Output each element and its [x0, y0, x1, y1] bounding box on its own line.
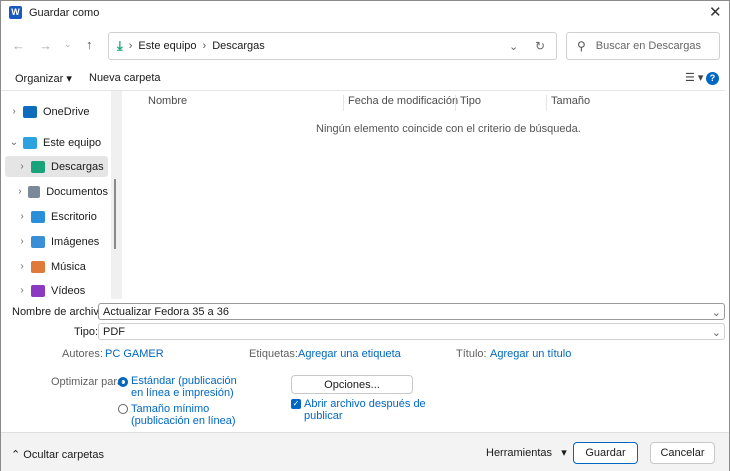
refresh-icon[interactable]: ↻ — [535, 39, 545, 53]
type-select[interactable]: PDF ⌄ — [98, 323, 725, 340]
column-size[interactable]: Tamaño — [546, 95, 590, 111]
chevron-right-icon[interactable]: › — [13, 236, 31, 247]
save-button[interactable]: Guardar — [573, 442, 638, 464]
filename-label: Nombre de archivo: — [12, 306, 108, 318]
breadcrumb-descargas[interactable]: Descargas — [212, 40, 265, 52]
save-as-dialog: W Guardar como ✕ ← → ⌄ ↑ ⤓ › Este equipo… — [0, 0, 730, 471]
cloud-icon — [23, 105, 37, 118]
add-tag-link[interactable]: Agregar una etiqueta — [298, 348, 401, 360]
add-title-link[interactable]: Agregar un título — [490, 348, 571, 360]
open-after-checkbox[interactable]: ✓ — [291, 399, 301, 409]
chevron-right-icon[interactable]: › — [5, 106, 23, 117]
empty-message: Ningún elemento coincide con el criterio… — [316, 123, 581, 135]
documents-icon — [27, 185, 41, 198]
up-button[interactable]: ↑ — [86, 37, 93, 52]
nav-item-label: Imágenes — [51, 235, 100, 248]
music-icon — [31, 260, 45, 273]
pictures-icon — [31, 235, 45, 248]
title-label: Título: — [456, 348, 487, 360]
search-box[interactable]: ⚲ Buscar en Descargas — [566, 32, 720, 60]
radio-standard[interactable] — [118, 377, 128, 387]
close-button[interactable]: ✕ — [709, 3, 722, 21]
nav-item-4[interactable]: › Escritorio — [5, 206, 108, 227]
nav-item-5[interactable]: › Imágenes — [5, 231, 108, 252]
column-name[interactable]: Nombre — [144, 95, 187, 111]
hide-folders-button[interactable]: ⌃ Ocultar carpetas — [11, 448, 104, 461]
nav-item-label: Documentos — [46, 185, 108, 198]
filename-input[interactable]: Actualizar Fedora 35 a 36 ⌄ — [98, 303, 725, 320]
download-icon — [31, 160, 45, 173]
type-label: Tipo: — [74, 326, 99, 338]
videos-icon — [31, 284, 45, 297]
help-icon[interactable]: ? — [706, 72, 719, 85]
nav-item-2[interactable]: › Descargas — [5, 156, 108, 177]
nav-scrollbar[interactable] — [111, 91, 122, 299]
organize-menu[interactable]: Organizar ▾ — [15, 72, 72, 85]
chevron-right-icon[interactable]: › — [13, 285, 31, 296]
column-type[interactable]: Tipo — [455, 95, 481, 111]
nav-item-label: Descargas — [51, 160, 104, 173]
desktop-icon — [31, 210, 45, 223]
address-bar[interactable]: ⤓ › Este equipo › Descargas ⌄ ↻ — [108, 32, 557, 60]
nav-item-label: Escritorio — [51, 210, 97, 223]
nav-item-7[interactable]: › Vídeos — [5, 280, 108, 301]
word-icon: W — [9, 6, 22, 19]
chevron-down-icon[interactable]: ⌄ — [5, 137, 23, 148]
radio-minimum[interactable] — [118, 404, 128, 414]
chevron-down-icon[interactable]: ⌄ — [712, 326, 721, 339]
authors-value[interactable]: PC GAMER — [105, 348, 164, 360]
download-icon: ⤓ — [117, 38, 123, 53]
tags-label: Etiquetas: — [249, 348, 298, 360]
recent-dropdown[interactable]: ⌄ — [64, 39, 72, 50]
new-folder-button[interactable]: Nueva carpeta — [89, 72, 161, 84]
authors-label: Autores: — [62, 348, 103, 360]
nav-item-label: Vídeos — [51, 284, 86, 297]
chevron-right-icon[interactable]: › — [13, 161, 31, 172]
cancel-button[interactable]: Cancelar — [650, 442, 715, 464]
nav-item-label: Música — [51, 260, 86, 273]
nav-item-label: OneDrive — [43, 105, 90, 118]
column-date[interactable]: Fecha de modificación — [343, 95, 458, 111]
back-button[interactable]: ← — [12, 38, 25, 53]
view-menu[interactable]: ☰ ▾ — [685, 71, 703, 84]
optimize-label: Optimizar para: — [51, 376, 127, 388]
radio-standard-label[interactable]: Estándar (publicación en línea e impresió… — [131, 375, 237, 399]
search-input[interactable]: Buscar en Descargas — [596, 40, 701, 52]
window-title: Guardar como — [29, 7, 100, 19]
chevron-up-icon: ⌃ — [11, 449, 21, 461]
address-dropdown-icon[interactable]: ⌄ — [509, 40, 518, 53]
options-button[interactable]: Opciones... — [291, 375, 413, 394]
file-list[interactable] — [122, 90, 725, 298]
nav-item-label: Este equipo — [43, 136, 102, 149]
nav-item-3[interactable]: › Documentos — [5, 181, 108, 202]
open-after-label[interactable]: Abrir archivo después de publicar — [304, 398, 426, 422]
chevron-right-icon[interactable]: › — [13, 211, 31, 222]
breadcrumb-este-equipo[interactable]: Este equipo — [138, 40, 196, 52]
chevron-down-icon[interactable]: ⌄ — [712, 306, 721, 319]
radio-minimum-label[interactable]: Tamaño mínimo (publicación en línea) — [131, 403, 236, 427]
forward-button[interactable]: → — [39, 38, 52, 53]
nav-item-6[interactable]: › Música — [5, 256, 108, 277]
tools-menu[interactable]: Herramientas ▾ — [486, 446, 567, 459]
computer-icon — [23, 136, 37, 149]
nav-item-0[interactable]: › OneDrive — [5, 101, 108, 122]
nav-item-1[interactable]: ⌄ Este equipo — [5, 132, 108, 153]
chevron-right-icon[interactable]: › — [12, 186, 28, 197]
search-icon: ⚲ — [577, 39, 586, 53]
chevron-right-icon[interactable]: › — [13, 261, 31, 272]
